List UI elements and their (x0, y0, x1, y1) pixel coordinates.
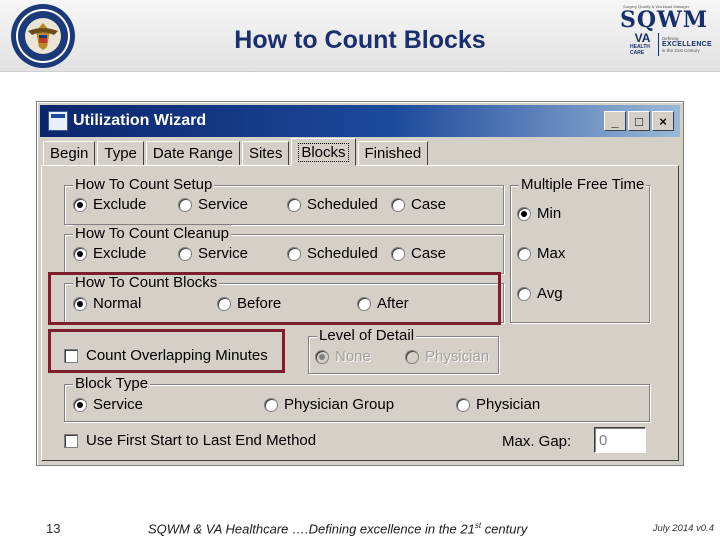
setup-scheduled-radio[interactable]: Scheduled (287, 196, 378, 213)
radio-indicator (73, 197, 87, 212)
slide-header: How to Count Blocks Surgery Quality & Wo… (0, 0, 720, 72)
setup-exclude-radio[interactable]: Exclude (73, 196, 146, 213)
block-type-service-radio[interactable]: Service (73, 396, 143, 413)
cleanup-legend: How To Count Cleanup (73, 225, 231, 242)
tab-finished[interactable]: Finished (357, 141, 429, 166)
tab-sites[interactable]: Sites (241, 141, 290, 166)
radio-indicator (73, 397, 87, 412)
brand-name: SQWM (620, 7, 709, 33)
cleanup-service-radio[interactable]: Service (178, 245, 248, 262)
max-gap-input[interactable] (594, 427, 646, 453)
free-time-max-radio[interactable]: Max (517, 245, 565, 262)
radio-indicator (391, 246, 405, 261)
setup-service-radio[interactable]: Service (178, 196, 248, 213)
blocks-highlight-box (48, 272, 501, 325)
radio-indicator (287, 246, 301, 261)
how-to-count-cleanup-group: How To Count Cleanup Exclude Service Sch… (64, 225, 504, 274)
free-time-avg-radio[interactable]: Avg (517, 285, 563, 302)
setup-case-radio[interactable]: Case (391, 196, 446, 213)
slide-title: How to Count Blocks (234, 26, 486, 54)
radio-indicator (73, 246, 87, 261)
va-care-text: HEALTH CARE (630, 44, 650, 56)
tab-begin[interactable]: Begin (43, 141, 96, 166)
minimize-button[interactable]: _ (604, 111, 626, 131)
overlap-highlight-box (48, 329, 285, 373)
va-mark: VA (634, 31, 651, 45)
detail-none-radio[interactable]: None (315, 348, 371, 365)
footer-tagline: SQWM & VA Healthcare ….Defining excellen… (148, 521, 528, 537)
page-number: 13 (46, 521, 61, 536)
footer-date: July 2014 v0.4 (652, 523, 714, 534)
window-titlebar[interactable]: Utilization Wizard _ □ × (40, 105, 680, 137)
how-to-count-setup-group: How To Count Setup Exclude Service Sched… (64, 176, 504, 225)
century-text: in the 21st Century (661, 48, 700, 53)
multiple-free-time-group: Multiple Free Time Min Max Avg (510, 176, 650, 323)
cleanup-case-radio[interactable]: Case (391, 245, 446, 262)
block-type-physician-group-radio[interactable]: Physician Group (264, 396, 394, 413)
checkbox-indicator (64, 433, 78, 448)
detail-legend: Level of Detail (317, 327, 417, 344)
detail-physician-radio[interactable]: Physician (405, 348, 489, 365)
radio-indicator (178, 197, 192, 212)
application-icon (48, 111, 68, 131)
use-first-start-last-end-checkbox[interactable]: Use First Start to Last End Method (64, 432, 316, 449)
tab-blocks[interactable]: Blocks (291, 138, 356, 166)
excellence-text: EXCELLENCE (661, 41, 712, 48)
radio-indicator (517, 246, 531, 261)
window-title: Utilization Wizard (73, 112, 207, 129)
setup-legend: How To Count Setup (73, 176, 215, 193)
block-type-group: Block Type Service Physician Group Physi… (64, 375, 650, 422)
free-time-legend: Multiple Free Time (519, 176, 647, 193)
block-type-physician-radio[interactable]: Physician (456, 396, 540, 413)
free-time-min-radio[interactable]: Min (517, 205, 561, 222)
radio-indicator (287, 197, 301, 212)
radio-indicator (264, 397, 278, 412)
radio-indicator (178, 246, 192, 261)
maximize-button[interactable]: □ (628, 111, 650, 131)
radio-indicator (405, 349, 419, 364)
radio-indicator (391, 197, 405, 212)
cleanup-exclude-radio[interactable]: Exclude (73, 245, 146, 262)
radio-indicator (517, 286, 531, 301)
radio-indicator (456, 397, 470, 412)
wizard-tabs: Begin Type Date Range Sites Blocks Finis… (43, 138, 430, 166)
tab-type[interactable]: Type (97, 141, 144, 166)
radio-indicator (315, 349, 329, 364)
radio-indicator (517, 206, 531, 221)
sqwm-brand-logo: Surgery Quality & Workload Manager SQWM … (620, 4, 712, 68)
block-type-legend: Block Type (73, 375, 151, 392)
close-button[interactable]: × (652, 111, 674, 131)
tab-date-range[interactable]: Date Range (145, 141, 240, 166)
level-of-detail-group: Level of Detail None Physician (308, 327, 499, 374)
max-gap-label: Max. Gap: (502, 433, 572, 450)
cleanup-scheduled-radio[interactable]: Scheduled (287, 245, 378, 262)
